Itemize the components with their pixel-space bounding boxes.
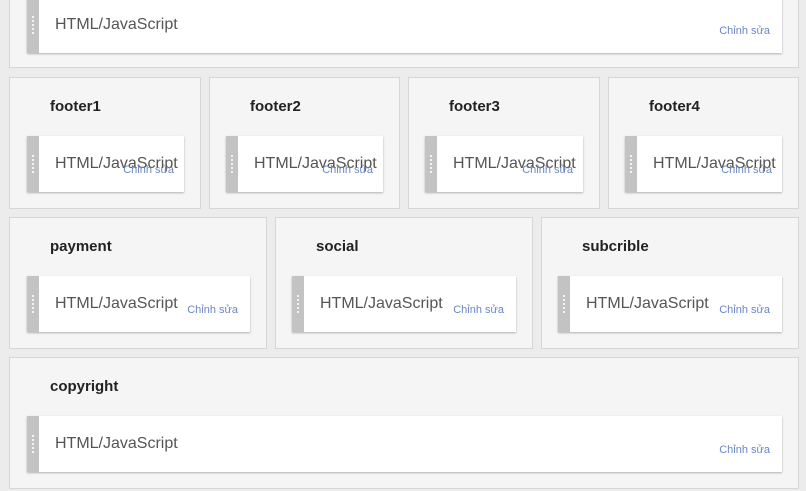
drag-handle-icon[interactable] <box>558 276 570 332</box>
drag-handle-icon[interactable] <box>27 0 39 53</box>
section-title: footer1 <box>50 98 101 115</box>
section-footer3: footer3 HTML/JavaScript Chỉnh sửa <box>408 77 600 209</box>
edit-link[interactable]: Chỉnh sửa <box>187 304 238 316</box>
section-footer1: footer1 HTML/JavaScript Chỉnh sửa <box>9 77 201 209</box>
section-title: footer2 <box>250 98 301 115</box>
html-javascript-widget: HTML/JavaScript Chỉnh sửa <box>558 276 782 332</box>
html-javascript-widget: HTML/JavaScript Chỉnh sửa <box>27 0 782 53</box>
drag-handle-icon[interactable] <box>27 276 39 332</box>
section-footer2: footer2 HTML/JavaScript Chỉnh sửa <box>209 77 400 209</box>
section-title: footer3 <box>449 98 500 115</box>
drag-handle-icon[interactable] <box>425 136 437 192</box>
section-subcrible: subcrible HTML/JavaScript Chỉnh sửa <box>541 217 799 349</box>
edit-link[interactable]: Chỉnh sửa <box>123 164 174 176</box>
drag-handle-icon[interactable] <box>27 416 39 472</box>
section-title: social <box>316 238 359 255</box>
section-footer4: footer4 HTML/JavaScript Chỉnh sửa <box>608 77 799 209</box>
html-javascript-widget: HTML/JavaScript Chỉnh sửa <box>27 136 184 192</box>
section-payment: payment HTML/JavaScript Chỉnh sửa <box>9 217 267 349</box>
section-top: HTML/JavaScript Chỉnh sửa <box>9 0 799 68</box>
html-javascript-widget: HTML/JavaScript Chỉnh sửa <box>625 136 782 192</box>
html-javascript-widget: HTML/JavaScript Chỉnh sửa <box>425 136 583 192</box>
edit-link[interactable]: Chỉnh sửa <box>522 164 573 176</box>
drag-handle-icon[interactable] <box>625 136 637 192</box>
edit-link[interactable]: Chỉnh sửa <box>719 304 770 316</box>
section-title: subcrible <box>582 238 649 255</box>
section-copyright: copyright HTML/JavaScript Chỉnh sửa <box>9 357 799 489</box>
edit-link[interactable]: Chỉnh sửa <box>453 304 504 316</box>
widget-label: HTML/JavaScript <box>55 435 178 452</box>
widget-label: HTML/JavaScript <box>55 16 178 33</box>
section-social: social HTML/JavaScript Chỉnh sửa <box>275 217 533 349</box>
html-javascript-widget: HTML/JavaScript Chỉnh sửa <box>27 276 250 332</box>
widget-label: HTML/JavaScript <box>586 295 709 312</box>
widget-label: HTML/JavaScript <box>55 295 178 312</box>
drag-handle-icon[interactable] <box>27 136 39 192</box>
drag-handle-icon[interactable] <box>292 276 304 332</box>
edit-link[interactable]: Chỉnh sửa <box>719 444 770 456</box>
drag-handle-icon[interactable] <box>226 136 238 192</box>
html-javascript-widget: HTML/JavaScript Chỉnh sửa <box>292 276 516 332</box>
html-javascript-widget: HTML/JavaScript Chỉnh sửa <box>27 416 782 472</box>
edit-link[interactable]: Chỉnh sửa <box>721 164 772 176</box>
section-title: payment <box>50 238 112 255</box>
edit-link[interactable]: Chỉnh sửa <box>322 164 373 176</box>
section-title: footer4 <box>649 98 700 115</box>
edit-link[interactable]: Chỉnh sửa <box>719 25 770 37</box>
section-title: copyright <box>50 378 119 395</box>
html-javascript-widget: HTML/JavaScript Chỉnh sửa <box>226 136 383 192</box>
widget-label: HTML/JavaScript <box>320 295 443 312</box>
